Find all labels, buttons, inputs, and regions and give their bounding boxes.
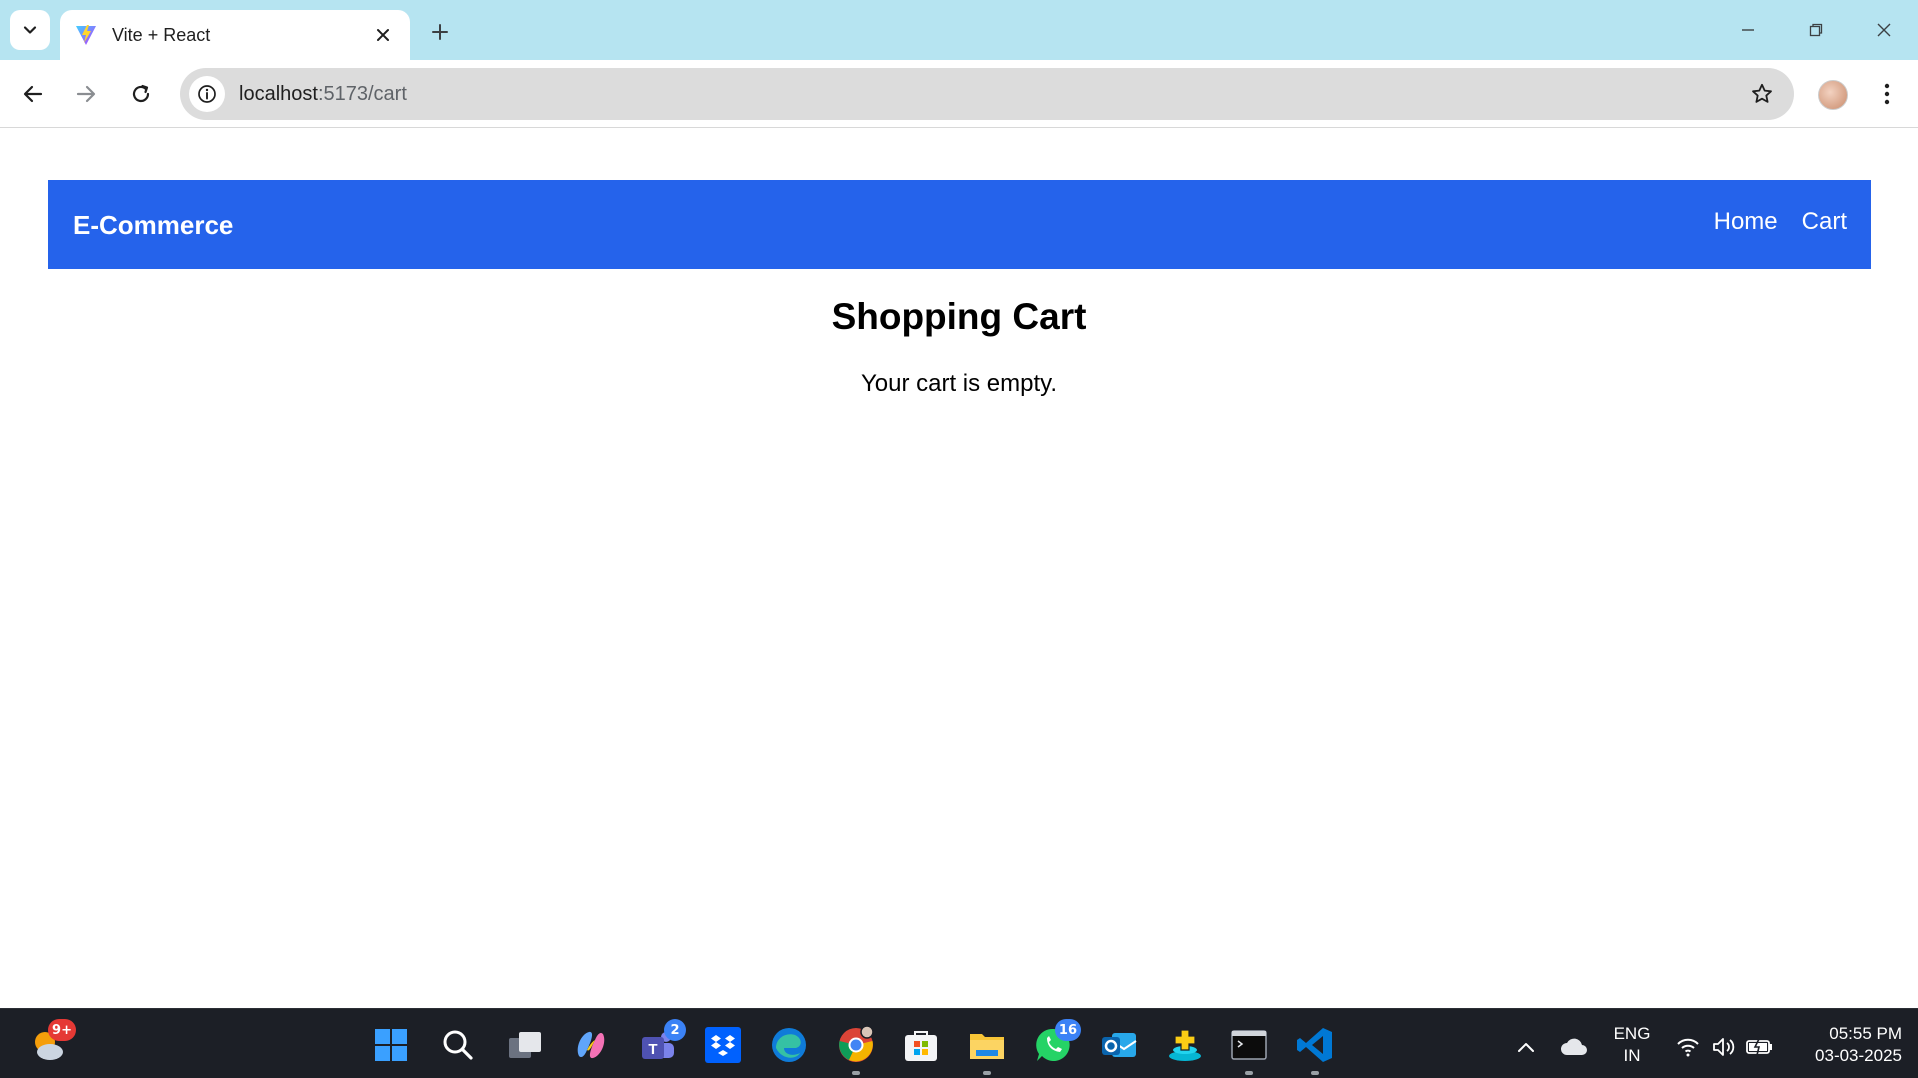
running-indicator — [1311, 1071, 1319, 1075]
browser-menu-button[interactable] — [1872, 76, 1902, 112]
close-icon — [1877, 23, 1891, 37]
battery-charging-icon — [1746, 1038, 1772, 1056]
battery-tray[interactable] — [1746, 1035, 1774, 1059]
running-indicator — [1245, 1071, 1253, 1075]
store-icon — [905, 1031, 937, 1061]
browser-tab[interactable]: Vite + React — [60, 10, 410, 60]
copilot-app[interactable] — [571, 1025, 611, 1065]
arrow-right-icon — [76, 85, 96, 103]
plus-icon — [432, 24, 448, 40]
chrome-icon — [839, 1026, 874, 1062]
minimize-button[interactable] — [1726, 12, 1770, 48]
folder-icon — [970, 1034, 1004, 1059]
reload-icon — [132, 84, 150, 103]
restore-icon — [1809, 23, 1823, 37]
start-button[interactable] — [371, 1025, 411, 1065]
show-hidden-icons-button[interactable] — [1512, 1035, 1540, 1059]
task-view-button[interactable] — [505, 1025, 545, 1065]
running-indicator — [852, 1071, 860, 1075]
weather-widget[interactable]: 9+ — [28, 1019, 76, 1065]
close-window-button[interactable] — [1862, 12, 1906, 48]
address-bar[interactable]: localhost:5173/cart — [180, 68, 1794, 120]
terminal-icon — [1231, 1030, 1267, 1060]
svg-text:T: T — [648, 1041, 657, 1058]
app-icon — [1169, 1029, 1201, 1061]
language-code: ENG — [1613, 1024, 1651, 1043]
windows-logo-icon — [375, 1029, 407, 1061]
chevron-up-icon — [1518, 1043, 1534, 1052]
star-icon — [1752, 83, 1772, 103]
volume-icon — [1713, 1038, 1735, 1056]
chrome-app[interactable] — [836, 1025, 876, 1075]
url-text: localhost:5173/cart — [239, 83, 407, 106]
empty-cart-message: Your cart is empty. — [860, 370, 1058, 397]
terminal-app[interactable] — [1229, 1025, 1269, 1075]
tab-close-button[interactable] — [370, 22, 396, 48]
wifi-tray[interactable] — [1674, 1035, 1702, 1059]
edge-app[interactable] — [769, 1025, 809, 1065]
running-indicator — [983, 1071, 991, 1075]
bookmark-button[interactable] — [1748, 80, 1776, 108]
more-vertical-icon — [1884, 83, 1890, 105]
tab-title: Vite + React — [112, 24, 211, 45]
outlook-icon — [1102, 1033, 1137, 1057]
site-navbar: E-Commerce Home Cart — [48, 180, 1871, 269]
language-indicator[interactable]: ENG IN — [1606, 1023, 1658, 1067]
reload-button[interactable] — [121, 74, 161, 114]
teams-app[interactable]: T 2 — [638, 1019, 686, 1065]
back-button[interactable] — [13, 74, 53, 114]
clock-time: 05:55 PM — [1829, 1024, 1902, 1043]
vite-icon — [76, 25, 96, 45]
minimize-icon — [1742, 29, 1754, 31]
close-icon — [377, 29, 389, 41]
clock[interactable]: 05:55 PM 03-03-2025 — [1790, 1023, 1902, 1067]
site-info-button[interactable] — [189, 76, 225, 112]
nav-link-home[interactable]: Home — [1714, 208, 1778, 236]
chevron-down-icon — [23, 26, 37, 34]
nav-link-cart[interactable]: Cart — [1802, 208, 1847, 236]
url-host: localhost — [239, 82, 318, 105]
store-app[interactable] — [901, 1025, 941, 1065]
vscode-icon — [1297, 1028, 1332, 1062]
page-title: Shopping Cart — [831, 296, 1087, 337]
dropbox-icon — [705, 1027, 741, 1063]
cloud-icon — [1561, 1038, 1587, 1055]
browser-tab-strip: Vite + React — [0, 0, 1918, 60]
wifi-icon — [1677, 1038, 1699, 1057]
clock-date: 03-03-2025 — [1815, 1046, 1902, 1065]
whatsapp-app[interactable]: 16 — [1033, 1019, 1081, 1065]
restore-button[interactable] — [1794, 12, 1838, 48]
url-path: :5173/cart — [317, 82, 407, 105]
brand-logo[interactable]: E-Commerce — [73, 210, 233, 241]
vscode-app[interactable] — [1295, 1025, 1335, 1075]
region-code: IN — [1623, 1046, 1641, 1065]
whatsapp-badge: 16 — [1054, 1019, 1081, 1041]
arrow-left-icon — [23, 85, 43, 103]
weather-badge: 9+ — [48, 1019, 76, 1041]
search-button[interactable] — [438, 1025, 478, 1065]
tab-search-button[interactable] — [10, 10, 50, 50]
info-icon — [198, 85, 216, 103]
search-icon — [443, 1030, 473, 1060]
file-explorer-app[interactable] — [967, 1025, 1007, 1075]
edge-icon — [772, 1028, 806, 1062]
browser-toolbar: localhost:5173/cart — [0, 60, 1918, 128]
pinned-app[interactable] — [1165, 1025, 1205, 1065]
forward-button[interactable] — [66, 74, 106, 114]
task-view-icon — [509, 1032, 541, 1058]
teams-badge: 2 — [664, 1019, 686, 1041]
windows-taskbar: 9+ T 2 16 ENG IN 05:55 PM 03-03-2025 — [0, 1008, 1918, 1078]
dropbox-app[interactable] — [703, 1025, 743, 1065]
volume-tray[interactable] — [1710, 1035, 1738, 1059]
nav-links: Home Cart — [1714, 208, 1847, 236]
copilot-icon — [577, 1031, 605, 1059]
onedrive-tray[interactable] — [1560, 1035, 1588, 1059]
profile-avatar[interactable] — [1818, 80, 1848, 110]
new-tab-button[interactable] — [424, 16, 456, 48]
outlook-app[interactable] — [1099, 1025, 1139, 1065]
